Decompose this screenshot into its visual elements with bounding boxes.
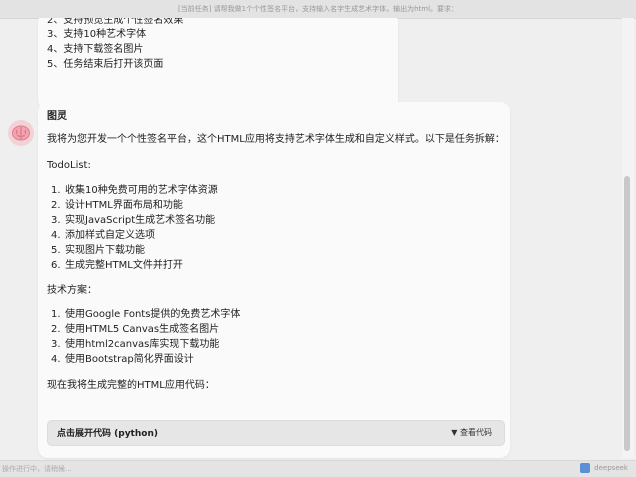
user-message-line: 5、任务结束后打开该页面	[47, 59, 164, 70]
code-expand-bar[interactable]: 点击展开代码 (python) ▼ 查看代码	[47, 420, 505, 446]
assistant-intro: 我将为您开发一个个性签名平台，这个HTML应用将支持艺术字体生成和自定义样式。以…	[47, 134, 505, 145]
list-item: 2. 使用HTML5 Canvas生成签名图片	[51, 324, 220, 335]
window-title-bar: [当前任务] 请帮我做1个个性签名平台，支持输入名字生成艺术字体，输出为html…	[0, 0, 636, 19]
scrollbar-thumb[interactable]	[624, 176, 630, 451]
vertical-scrollbar[interactable]	[622, 18, 634, 458]
model-label: deepseek	[594, 464, 628, 472]
assistant-avatar	[8, 120, 34, 146]
list-item: 6. 生成完整HTML文件并打开	[51, 260, 183, 271]
deepseek-logo-icon	[580, 463, 591, 473]
user-message-card: 2、支持预览生成个性签名效果 3、支持10种艺术字体 4、支持下载签名图片 5、…	[38, 18, 398, 110]
tech-heading: 技术方案：	[47, 285, 97, 296]
window-title: [当前任务] 请帮我做1个个性签名平台，支持输入名字生成艺术字体，输出为html…	[177, 5, 459, 13]
assistant-message-card: 图灵 我将为您开发一个个性签名平台，这个HTML应用将支持艺术字体生成和自定义样…	[38, 102, 510, 458]
status-bar: 操作进行中，请稍候... deepseek	[0, 460, 636, 477]
assistant-name: 图灵	[47, 111, 67, 122]
code-expand-label[interactable]: 点击展开代码 (python)	[57, 426, 158, 439]
app-window: [当前任务] 请帮我做1个个性签名平台，支持输入名字生成艺术字体，输出为html…	[0, 0, 636, 477]
list-item: 4. 使用Bootstrap简化界面设计	[51, 354, 194, 365]
brain-icon	[12, 125, 30, 141]
list-item: 4. 添加样式自定义选项	[51, 230, 155, 241]
view-code-button[interactable]: ▼ 查看代码	[451, 427, 492, 438]
user-message-line: 2、支持预览生成个性签名效果	[47, 18, 184, 26]
user-message-line: 4、支持下载签名图片	[47, 44, 144, 55]
chat-area[interactable]: 2、支持预览生成个性签名效果 3、支持10种艺术字体 4、支持下载签名图片 5、…	[0, 18, 620, 460]
status-right: deepseek	[580, 463, 628, 473]
list-item: 3. 实现JavaScript生成艺术签名功能	[51, 215, 216, 226]
list-item: 1. 使用Google Fonts提供的免费艺术字体	[51, 309, 241, 320]
list-item: 1. 收集10种免费可用的艺术字体资源	[51, 185, 218, 196]
list-item: 5. 实现图片下载功能	[51, 245, 145, 256]
status-text: 操作进行中，请稍候...	[2, 465, 72, 473]
list-item: 3. 使用html2canvas库实现下载功能	[51, 339, 220, 350]
user-message-line: 3、支持10种艺术字体	[47, 29, 147, 40]
list-item: 2. 设计HTML界面布局和功能	[51, 200, 183, 211]
closing-text: 现在我将生成完整的HTML应用代码：	[47, 380, 215, 391]
todo-heading: TodoList:	[47, 160, 91, 171]
